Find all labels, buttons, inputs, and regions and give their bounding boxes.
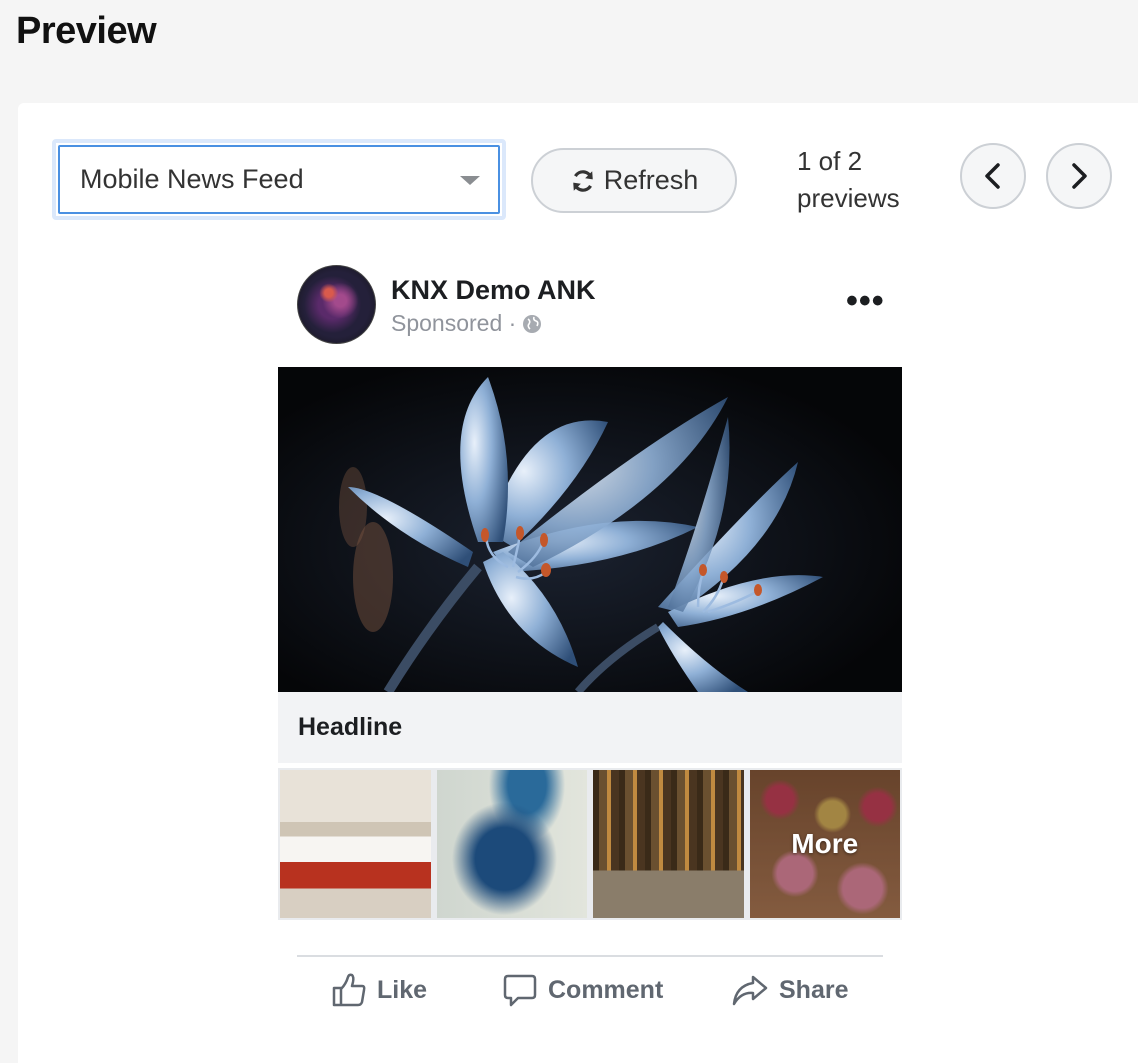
- pastries-image[interactable]: More: [747, 768, 902, 920]
- preview-count-line1: 1 of 2: [797, 146, 863, 176]
- like-label: Like: [377, 975, 428, 1004]
- placement-select-value: Mobile News Feed: [80, 164, 304, 194]
- chevron-right-icon: [1072, 163, 1087, 189]
- sponsored-label: Sponsored ·: [391, 310, 517, 336]
- more-overlay[interactable]: More: [749, 770, 900, 918]
- placement-select[interactable]: Mobile News Feed: [58, 145, 500, 214]
- preview-count-line2: previews: [797, 183, 900, 213]
- preview-count: 1 of 2 previews: [797, 143, 937, 217]
- chevron-left-icon: [985, 163, 1000, 189]
- more-options-icon[interactable]: •••: [846, 282, 885, 321]
- comment-icon: [503, 974, 537, 1007]
- peacock-image[interactable]: [434, 768, 589, 920]
- share-icon: [732, 975, 768, 1006]
- actions-divider: [297, 955, 883, 957]
- globe-icon: [523, 314, 542, 333]
- page-name[interactable]: KNX Demo ANK: [391, 275, 596, 306]
- hotel-bedroom-image[interactable]: [278, 768, 433, 920]
- caret-down-icon: [460, 175, 480, 185]
- refresh-icon: [572, 169, 593, 192]
- page-avatar[interactable]: [297, 265, 376, 344]
- headline-bar[interactable]: Headline: [278, 692, 902, 763]
- sponsored-row: Sponsored ·: [391, 310, 542, 337]
- thumbs-up-icon: [332, 973, 366, 1007]
- blue-flower-image[interactable]: [278, 367, 902, 692]
- previous-preview-button[interactable]: [960, 143, 1026, 209]
- more-label: More: [791, 828, 859, 859]
- comment-label: Comment: [548, 975, 664, 1004]
- like-button[interactable]: Like: [331, 970, 427, 1010]
- comment-button[interactable]: Comment: [502, 970, 663, 1010]
- headline-text: Headline: [298, 713, 403, 741]
- refresh-label: Refresh: [603, 165, 699, 195]
- page-title: Preview: [16, 10, 157, 52]
- forest-road-image[interactable]: [591, 768, 746, 920]
- carousel-thumbnails: More: [278, 768, 902, 920]
- share-button[interactable]: Share: [731, 970, 848, 1010]
- refresh-button[interactable]: Refresh: [531, 148, 737, 213]
- next-preview-button[interactable]: [1046, 143, 1112, 209]
- placement-select-focus-ring: Mobile News Feed: [52, 139, 506, 220]
- share-label: Share: [779, 975, 849, 1004]
